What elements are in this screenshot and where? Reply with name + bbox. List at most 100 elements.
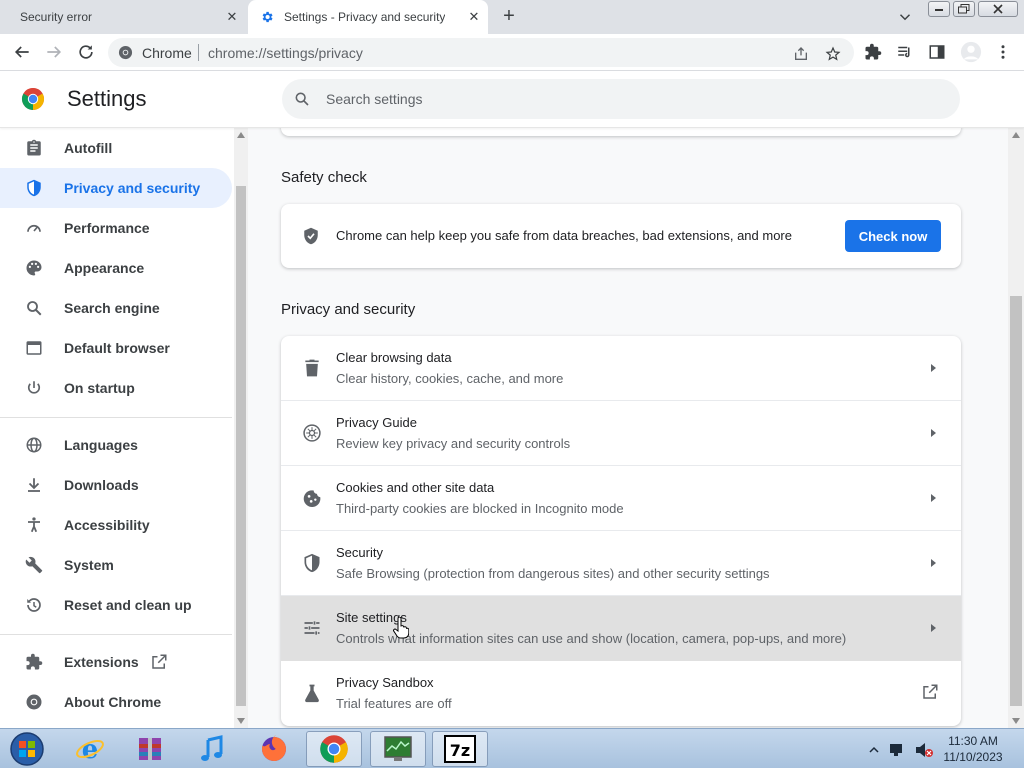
external-link-icon	[152, 654, 167, 669]
sidebar-item-on-startup[interactable]: On startup	[0, 368, 232, 408]
hand-cursor-icon	[393, 617, 409, 639]
chrome-logo-icon	[22, 88, 44, 110]
row-subtitle: Safe Browsing (protection from dangerous…	[336, 566, 770, 581]
monitor-icon	[384, 736, 412, 761]
sidebar-item-label: On startup	[64, 380, 135, 396]
scroll-down-arrow[interactable]	[1012, 718, 1020, 724]
taskbar-archive[interactable]	[122, 731, 178, 767]
row-title: Cookies and other site data	[336, 480, 495, 495]
puzzle-icon[interactable]	[864, 43, 882, 61]
scrollbar-thumb[interactable]	[236, 186, 246, 706]
url-text[interactable]: chrome://settings/privacy	[208, 45, 363, 61]
row-privacy-guide[interactable]: Privacy Guide Review key privacy and sec…	[281, 401, 961, 466]
scroll-down-arrow[interactable]	[237, 718, 245, 724]
row-clear-browsing-data[interactable]: Clear browsing data Clear history, cooki…	[281, 336, 961, 401]
forward-arrow-icon[interactable]	[44, 42, 64, 62]
music-note-icon	[201, 735, 223, 761]
search-icon	[295, 92, 309, 106]
sidebar-item-system[interactable]: System	[0, 545, 232, 585]
sidebar-item-languages[interactable]: Languages	[0, 425, 232, 465]
sidebar-item-search-engine[interactable]: Search engine	[0, 288, 232, 328]
row-title: Clear browsing data	[336, 350, 452, 365]
taskbar-task-manager[interactable]	[370, 731, 426, 767]
check-now-button[interactable]: Check now	[845, 220, 941, 252]
address-bar[interactable]: Chrome chrome://settings/privacy	[108, 38, 854, 67]
sidebar-item-label: Appearance	[64, 260, 145, 276]
row-subtitle: Trial features are off	[336, 696, 452, 711]
chevron-down-icon[interactable]	[896, 8, 914, 26]
tab-settings[interactable]: Settings - Privacy and security ✕	[248, 0, 488, 34]
side-panel-icon[interactable]	[928, 43, 946, 61]
sidebar-item-downloads[interactable]: Downloads	[0, 465, 232, 505]
firefox-icon	[261, 735, 286, 761]
sidebar-item-accessibility[interactable]: Accessibility	[0, 505, 232, 545]
sidebar-item-extensions[interactable]: Extensions	[0, 642, 232, 682]
restore-button[interactable]	[953, 1, 975, 17]
power-icon	[27, 381, 41, 394]
scroll-up-arrow[interactable]	[237, 132, 245, 138]
search-input[interactable]	[326, 89, 926, 109]
main-scrollbar[interactable]	[1008, 128, 1024, 728]
sidebar-item-label: Downloads	[64, 477, 139, 493]
share-icon[interactable]	[793, 46, 809, 62]
chevron-right-icon	[931, 429, 936, 437]
sidebar-item-label: Privacy and security	[64, 180, 201, 196]
taskbar-chrome[interactable]	[306, 731, 362, 767]
palette-icon	[26, 260, 42, 276]
scrollbar-thumb[interactable]	[1010, 296, 1022, 706]
gear-icon	[262, 11, 273, 23]
chevron-right-icon	[931, 624, 936, 632]
system-tray-icons[interactable]	[866, 741, 936, 759]
taskbar-ie[interactable]: e	[62, 731, 118, 767]
safety-check-card: Chrome can help keep you safe from data …	[281, 204, 961, 268]
row-subtitle: Review key privacy and security controls	[336, 436, 571, 451]
settings-header: Settings	[0, 71, 1024, 128]
sidebar-item-autofill[interactable]: Autofill	[0, 128, 232, 168]
taskbar-7zip[interactable]: 7z	[432, 731, 488, 767]
browser-window-icon	[26, 341, 42, 355]
scroll-up-arrow[interactable]	[1012, 132, 1020, 138]
sidebar-item-performance[interactable]: Performance	[0, 208, 232, 248]
download-icon	[28, 478, 40, 492]
sidebar-item-reset-and-clean-up[interactable]: Reset and clean up	[0, 585, 232, 625]
settings-sidebar: Autofill Privacy and security Performanc…	[0, 128, 234, 728]
previous-card-edge	[281, 128, 961, 136]
kebab-menu-icon[interactable]	[994, 43, 1012, 61]
scheme-label: Chrome	[142, 45, 192, 61]
star-icon[interactable]	[825, 46, 841, 62]
sidebar-scrollbar[interactable]	[234, 128, 248, 728]
row-privacy-sandbox[interactable]: Privacy Sandbox Trial features are off	[281, 661, 961, 726]
sidebar-item-appearance[interactable]: Appearance	[0, 248, 232, 288]
tab-security-error[interactable]: Security error ✕	[0, 0, 246, 34]
new-tab-button[interactable]: +	[498, 6, 520, 28]
reload-icon[interactable]	[76, 42, 96, 62]
clock-time: 11:30 AM	[948, 734, 998, 748]
taskbar-clock[interactable]: 11:30 AM 11/10/2023	[940, 733, 1006, 765]
back-arrow-icon[interactable]	[12, 42, 32, 62]
browser-toolbar: Chrome chrome://settings/privacy	[0, 34, 1024, 71]
chrome-icon	[320, 735, 348, 763]
minimize-button[interactable]	[928, 1, 950, 17]
avatar[interactable]	[960, 41, 982, 63]
media-queue-icon[interactable]	[896, 43, 914, 61]
taskbar-firefox[interactable]	[246, 731, 302, 767]
search-settings-box[interactable]	[282, 79, 960, 119]
sidebar-item-privacy-and-security[interactable]: Privacy and security	[0, 168, 232, 208]
shield-check-icon	[304, 227, 318, 245]
sidebar-item-label: Extensions	[64, 654, 139, 670]
sidebar-item-about-chrome[interactable]: About Chrome	[0, 682, 232, 722]
row-subtitle: Controls what information sites can use …	[336, 631, 847, 646]
row-cookies[interactable]: Cookies and other site data Third-party …	[281, 466, 961, 531]
window-close-button[interactable]	[978, 1, 1018, 17]
row-site-settings[interactable]: Site settings Controls what information …	[281, 596, 961, 661]
row-security[interactable]: Security Safe Browsing (protection from …	[281, 531, 961, 596]
sidebar-divider	[0, 634, 232, 635]
close-icon[interactable]: ✕	[466, 9, 482, 25]
sidebar-item-default-browser[interactable]: Default browser	[0, 328, 232, 368]
taskbar-music[interactable]	[184, 731, 240, 767]
close-icon[interactable]: ✕	[224, 9, 240, 25]
sidebar-item-label: Search engine	[64, 300, 160, 316]
chrome-icon	[118, 45, 133, 60]
windows-start-icon[interactable]	[6, 731, 48, 767]
shield-icon	[27, 179, 41, 197]
